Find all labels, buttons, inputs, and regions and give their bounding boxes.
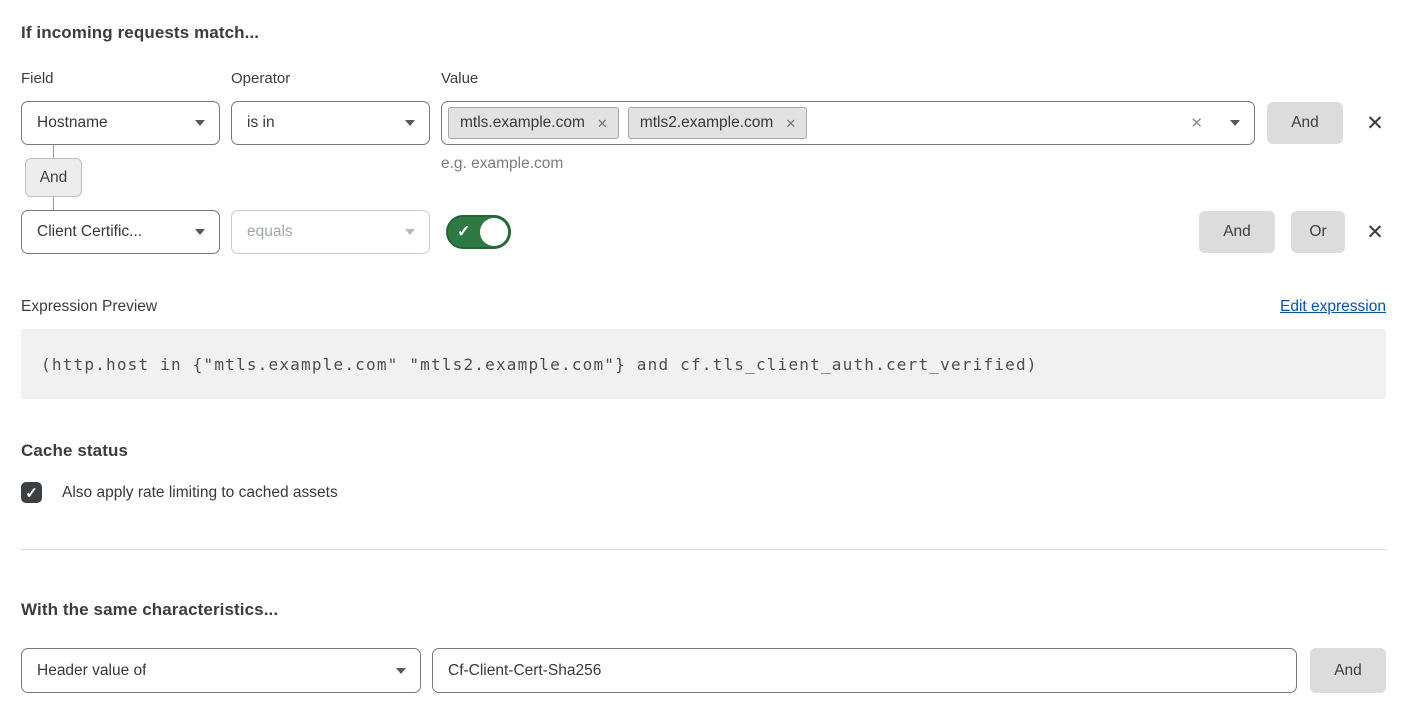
rule-builder: If incoming requests match... Field Oper… bbox=[0, 0, 1420, 693]
characteristics-title: With the same characteristics... bbox=[21, 599, 1386, 620]
and-connector-button[interactable]: And bbox=[25, 158, 82, 197]
delete-row-icon[interactable]: ✕ bbox=[1364, 222, 1386, 243]
characteristics-row: Header value of And bbox=[21, 648, 1386, 693]
rule-row-1: Hostname is in mtls.example.com ✕ mtls2.… bbox=[21, 101, 1386, 145]
expression-preview-label: Expression Preview bbox=[21, 298, 157, 316]
add-and-condition-button[interactable]: And bbox=[1199, 211, 1275, 253]
delete-row-icon[interactable]: ✕ bbox=[1364, 113, 1386, 134]
section-divider bbox=[21, 549, 1386, 550]
value-helper-text: e.g. example.com bbox=[441, 155, 563, 173]
operator-select-1[interactable]: is in bbox=[231, 101, 430, 145]
field-select-2[interactable]: Client Certific... bbox=[21, 210, 220, 254]
add-or-condition-button[interactable]: Or bbox=[1291, 211, 1345, 253]
chevron-down-icon bbox=[405, 120, 415, 126]
column-labels: Field Operator Value bbox=[21, 70, 1386, 87]
value-tag-text: mtls2.example.com bbox=[640, 114, 774, 132]
value-tag: mtls2.example.com ✕ bbox=[628, 107, 807, 139]
chevron-down-icon bbox=[195, 120, 205, 126]
cache-status-title: Cache status bbox=[21, 440, 1386, 461]
match-section-title: If incoming requests match... bbox=[21, 22, 1386, 43]
value-tags: mtls.example.com ✕ mtls2.example.com ✕ bbox=[448, 107, 1180, 139]
field-label: Field bbox=[21, 70, 231, 87]
value-tag: mtls.example.com ✕ bbox=[448, 107, 619, 139]
connector-zone: And e.g. example.com bbox=[21, 145, 1386, 210]
toggle-knob bbox=[480, 218, 508, 246]
add-and-condition-button[interactable]: And bbox=[1267, 102, 1343, 144]
clear-values-icon[interactable]: ✕ bbox=[1190, 116, 1203, 131]
expression-header: Expression Preview Edit expression bbox=[21, 298, 1386, 316]
value-multiselect[interactable]: mtls.example.com ✕ mtls2.example.com ✕ ✕ bbox=[441, 101, 1255, 145]
checkbox-checked-icon[interactable]: ✓ bbox=[21, 482, 42, 503]
check-icon: ✓ bbox=[457, 222, 470, 242]
operator-label: Operator bbox=[231, 70, 441, 87]
field-select-1-value: Hostname bbox=[37, 114, 108, 132]
chevron-down-icon bbox=[396, 668, 406, 674]
chevron-down-icon bbox=[195, 229, 205, 235]
edit-expression-link[interactable]: Edit expression bbox=[1280, 298, 1386, 316]
cache-checkbox-label: Also apply rate limiting to cached asset… bbox=[62, 484, 338, 502]
operator-select-2-value: equals bbox=[247, 223, 293, 241]
expression-code: (http.host in {"mtls.example.com" "mtls2… bbox=[41, 355, 1038, 374]
value-tag-text: mtls.example.com bbox=[460, 114, 585, 132]
chevron-down-icon bbox=[405, 229, 415, 235]
characteristic-select-value: Header value of bbox=[37, 662, 146, 680]
header-name-input[interactable] bbox=[432, 648, 1297, 693]
field-select-1[interactable]: Hostname bbox=[21, 101, 220, 145]
field-select-2-value: Client Certific... bbox=[37, 223, 142, 241]
operator-select-2: equals bbox=[231, 210, 430, 254]
characteristic-select[interactable]: Header value of bbox=[21, 648, 421, 693]
remove-tag-icon[interactable]: ✕ bbox=[785, 117, 796, 130]
remove-tag-icon[interactable]: ✕ bbox=[597, 117, 608, 130]
cache-checkbox-row[interactable]: ✓ Also apply rate limiting to cached ass… bbox=[21, 482, 1386, 503]
chevron-down-icon[interactable] bbox=[1230, 120, 1240, 126]
operator-select-1-value: is in bbox=[247, 114, 275, 132]
expression-code-block: (http.host in {"mtls.example.com" "mtls2… bbox=[21, 329, 1386, 399]
multiselect-controls: ✕ bbox=[1190, 116, 1240, 131]
value-toggle[interactable]: ✓ bbox=[446, 215, 511, 249]
add-characteristic-button[interactable]: And bbox=[1310, 648, 1386, 693]
rule-row-2: Client Certific... equals ✓ And Or ✕ bbox=[21, 210, 1386, 254]
value-label: Value bbox=[441, 70, 478, 87]
